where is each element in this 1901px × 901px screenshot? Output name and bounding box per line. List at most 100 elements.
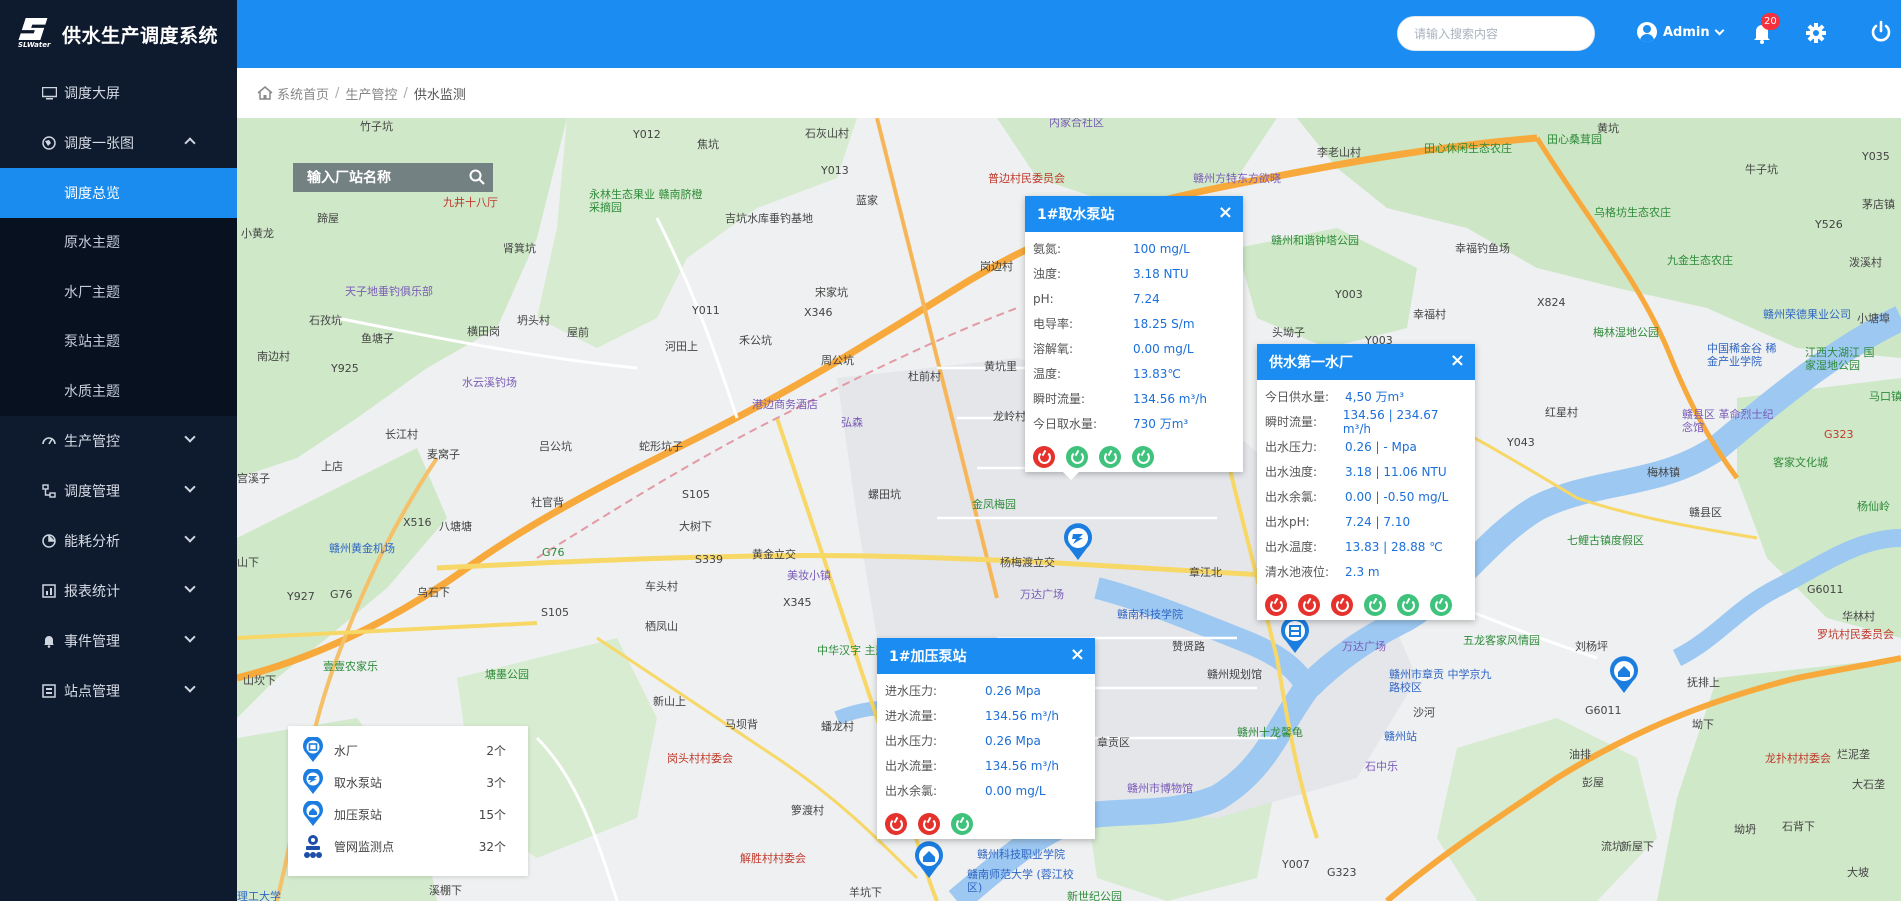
sidebar-item-dispatch-manage[interactable]: 调度管理 (0, 466, 237, 516)
pump-status-icon[interactable] (1430, 594, 1452, 616)
metric-value: 0.00 | -0.50 mg/L (1345, 489, 1449, 504)
pump-status-icon[interactable] (1132, 446, 1154, 468)
sidebar-item-reports[interactable]: 报表统计 (0, 566, 237, 616)
map-label: 赣州科技职业学院 (977, 848, 1065, 861)
sidebar-item-raw-water[interactable]: 原水主题 (0, 218, 237, 268)
map-label: 吕公坑 (539, 440, 572, 453)
map-label: S105 (541, 606, 569, 619)
map-label: 河田上 (665, 340, 698, 353)
map-label: 田心休闲生态农庄 (1424, 142, 1512, 155)
user-name: Admin (1663, 24, 1710, 40)
metric-label: 出水pH: (1265, 515, 1310, 529)
water-plant-marker[interactable] (1278, 615, 1312, 655)
metric-label: 氨氮: (1033, 242, 1062, 256)
gear-icon[interactable] (1805, 22, 1827, 44)
metric-label: 今日供水量: (1265, 390, 1330, 404)
map-label: 美妆小镇 (787, 569, 831, 582)
sidebar-item-water-plant[interactable]: 水厂主题 (0, 267, 237, 317)
metric-value: 730 万m³ (1133, 417, 1189, 431)
pump-status-icon[interactable] (1331, 594, 1353, 616)
map-label: 赣南科技学院 (1117, 608, 1183, 621)
map-label: 小塘埠 (1857, 312, 1890, 325)
pump-status-icon[interactable] (951, 813, 973, 835)
map-label: 新山上 (653, 695, 686, 708)
map-label: 赣州荣德果业公司 (1763, 308, 1851, 321)
map-label: 中国稀金谷 稀金产业学院 (1707, 342, 1777, 368)
legend-item[interactable]: 水厂 2个 (300, 734, 516, 766)
user-menu[interactable]: Admin (1637, 22, 1725, 42)
intake-pump-marker[interactable] (1061, 522, 1095, 562)
map-label: 七鲤古镇度假区 (1567, 534, 1644, 547)
pump-status-icon[interactable] (1265, 594, 1287, 616)
map-label: 黄金立交 (752, 548, 796, 561)
map-label: 万达广场 (1020, 588, 1064, 601)
pump-status-icon[interactable] (1066, 446, 1088, 468)
pump-status-icon[interactable] (1033, 446, 1055, 468)
metric-value: 100 mg/L (1133, 241, 1190, 256)
metric-label: pH: (1033, 291, 1054, 306)
pump-status-icon[interactable] (1099, 446, 1121, 468)
map-label: Y007 (1282, 858, 1310, 871)
map-label: 泼溪村 (1849, 256, 1882, 269)
sidebar-item-dispatch-map[interactable]: 调度一张图 (0, 118, 237, 168)
search-input[interactable] (1414, 26, 1594, 41)
map-label: S105 (682, 488, 710, 501)
metric-label: 出水压力: (1265, 440, 1318, 454)
power-icon[interactable] (1870, 20, 1892, 44)
breadcrumb-home[interactable]: 系统首页 (277, 84, 329, 103)
map-label: Y035 (1862, 150, 1890, 163)
map-label: 肾箕坑 (503, 242, 536, 255)
map-label: 客家文化城 (1773, 456, 1828, 469)
sidebar-item-overview[interactable]: 调度总览 (0, 168, 237, 218)
water-plant-icon (303, 737, 323, 762)
map-canvas[interactable]: 竹子坑 Y012 焦坑 石灰山村 内家合社区 黄坑 李老山村 田心休闲生态农庄 … (237, 118, 1901, 901)
popup-header: 1#加压泵站 × (877, 638, 1095, 674)
map-label: 八塘塘 (439, 520, 472, 533)
map-label: X516 (403, 516, 432, 529)
breadcrumb-level1[interactable]: 生产管控 (345, 84, 397, 103)
booster-pump-icon (303, 801, 323, 826)
map-label: 石灰山村 (805, 127, 849, 140)
map-label: Y925 (331, 362, 359, 375)
booster-pump-marker[interactable] (1607, 655, 1641, 695)
booster-pump-marker[interactable] (912, 840, 946, 880)
sidebar-item-production[interactable]: 生产管控 (0, 416, 237, 466)
close-icon[interactable]: × (1450, 352, 1465, 370)
pump-status-icon[interactable] (885, 813, 907, 835)
close-icon[interactable]: × (1218, 204, 1233, 222)
sidebar-item-water-quality[interactable]: 水质主题 (0, 366, 237, 416)
station-search-input[interactable] (307, 169, 457, 186)
sidebar-item-pump-station[interactable]: 泵站主题 (0, 317, 237, 367)
map-label: 焦坑 (697, 138, 719, 151)
map-legend: 水厂 2个 取水泵站 3个 加压泵站 15个 管网监测点 32个 (288, 726, 528, 876)
global-search[interactable] (1397, 16, 1595, 51)
pump-status-icon[interactable] (1298, 594, 1320, 616)
search-icon[interactable] (469, 169, 485, 185)
legend-item[interactable]: 取水泵站 3个 (300, 766, 516, 798)
station-search[interactable] (293, 163, 493, 192)
map-label: 屋前 (567, 326, 589, 339)
pump-status-icon[interactable] (1364, 594, 1386, 616)
pump-status-icon[interactable] (918, 813, 940, 835)
map-label: 罗坑村民委员会 (1817, 628, 1894, 641)
legend-item[interactable]: 加压泵站 15个 (300, 798, 516, 830)
map-label: 解胜村村委会 (740, 852, 806, 865)
sidebar-item-energy[interactable]: 能耗分析 (0, 516, 237, 566)
sidebar-item-events[interactable]: 事件管理 (0, 616, 237, 666)
map-label: 梅林湿地公园 (1593, 326, 1659, 339)
map-label: 九井十八厅 (443, 196, 498, 209)
legend-item[interactable]: 管网监测点 32个 (300, 830, 516, 862)
brand: SLWater 供水生产调度系统 (0, 0, 237, 68)
map-label: 赞贤路 (1172, 640, 1205, 653)
close-icon[interactable]: × (1070, 646, 1085, 664)
map-label: 赣州方特东方欲晓 (1193, 172, 1281, 185)
sidebar-item-dashboard[interactable]: 调度大屏 (0, 68, 237, 118)
metric-value: 134.56 | 234.67 m³/h (1342, 407, 1439, 436)
map-label: 横田岗 (467, 325, 500, 338)
sidebar-item-stations[interactable]: 站点管理 (0, 666, 237, 716)
map-label: G76 (542, 546, 565, 559)
metric-label: 出水流量: (885, 759, 938, 773)
pump-status-icon[interactable] (1397, 594, 1419, 616)
map-label: 蓝家 (856, 194, 878, 207)
metric-value: 0.00 mg/L (1133, 341, 1194, 356)
